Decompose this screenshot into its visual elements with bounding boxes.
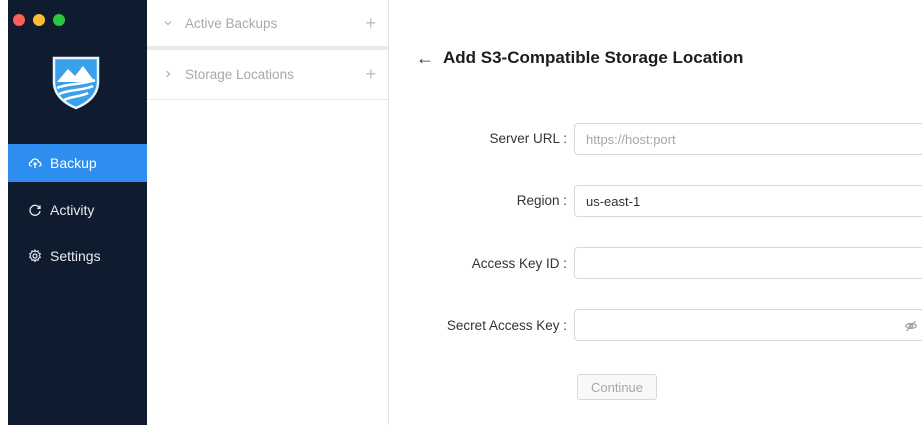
region-input[interactable]: us-east-1	[574, 185, 922, 217]
access-key-id-input[interactable]	[574, 247, 922, 279]
divider	[147, 46, 388, 50]
secret-access-key-label: Secret Access Key :	[446, 318, 567, 333]
app-logo	[52, 56, 100, 110]
chevron-down-icon	[161, 18, 175, 28]
tree-section-storage-locations[interactable]: Storage Locations +	[147, 51, 388, 97]
chevron-right-icon	[161, 69, 175, 79]
back-arrow-icon[interactable]: ←	[416, 48, 434, 69]
main-content: ← Add S3-Compatible Storage Location Ser…	[390, 0, 922, 425]
locations-panel: Active Backups + Storage Locations +	[147, 0, 389, 425]
region-label: Region :	[516, 193, 567, 208]
sidebar-item-label: Backup	[50, 155, 97, 171]
window-controls	[13, 14, 65, 26]
sidebar: Backup Activity Settings	[8, 0, 147, 425]
eye-off-icon[interactable]	[904, 319, 918, 333]
window-edge	[0, 0, 8, 425]
zoom-window-button[interactable]	[53, 14, 65, 26]
minimize-window-button[interactable]	[33, 14, 45, 26]
continue-button[interactable]: Continue	[577, 374, 657, 400]
gear-icon	[28, 249, 42, 263]
add-storage-location-button[interactable]: +	[365, 64, 376, 85]
add-active-backup-button[interactable]: +	[365, 13, 376, 34]
cloud-upload-icon	[28, 156, 42, 170]
sidebar-item-label: Settings	[50, 248, 101, 264]
sidebar-item-label: Activity	[50, 202, 95, 218]
tree-section-label: Active Backups	[185, 15, 278, 31]
refresh-icon	[28, 203, 42, 217]
secret-access-key-input[interactable]	[574, 309, 922, 341]
sidebar-item-backup[interactable]: Backup	[8, 144, 147, 182]
tree-section-label: Storage Locations	[185, 66, 294, 82]
close-window-button[interactable]	[13, 14, 25, 26]
tree-section-active-backups[interactable]: Active Backups +	[147, 0, 388, 46]
page-title: Add S3-Compatible Storage Location	[443, 48, 744, 67]
sidebar-item-activity[interactable]: Activity	[8, 191, 147, 229]
server-url-label: Server URL :	[489, 131, 567, 146]
server-url-input[interactable]: https://host:port	[574, 123, 922, 155]
sidebar-item-settings[interactable]: Settings	[8, 237, 147, 275]
divider	[147, 99, 388, 100]
access-key-id-label: Access Key ID :	[471, 256, 567, 271]
